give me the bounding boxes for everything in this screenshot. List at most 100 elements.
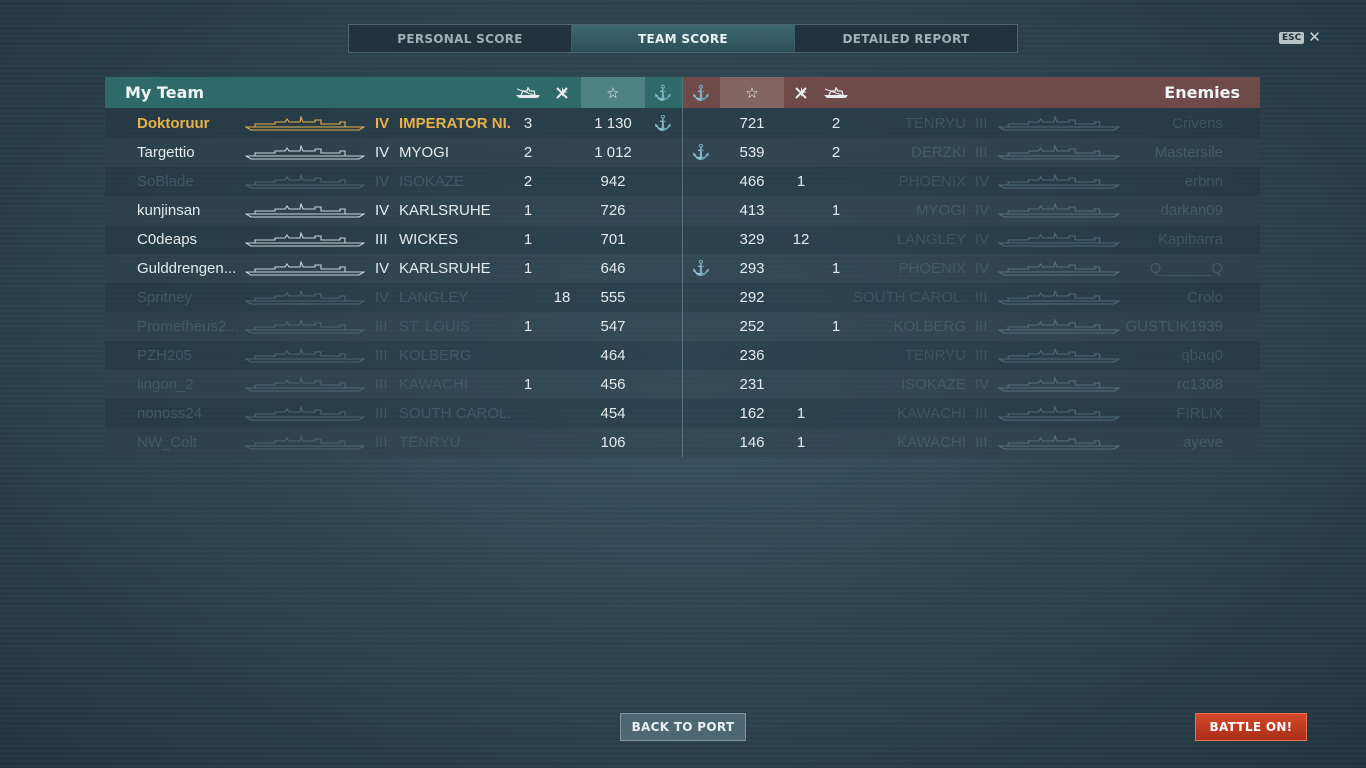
ship-silhouette-icon xyxy=(996,434,1122,450)
ship-name: SOUTH CAROL... xyxy=(853,289,966,306)
player-name[interactable]: Doktoruur xyxy=(137,115,237,132)
player-name[interactable]: Crivens xyxy=(1120,115,1223,132)
score-value: 454 xyxy=(600,405,626,422)
table-row: Doktoruur IV IMPERATOR NI... 3 1 130 ⚓ 721 2 TEN… xyxy=(105,109,1260,138)
table-row: C0deaps III WICKES 1 701 329 12 LANGLEY IV Kapiba… xyxy=(105,225,1260,254)
tab-detailed-report[interactable]: DETAILED REPORT xyxy=(795,25,1017,52)
player-name[interactable]: Spritney xyxy=(137,289,237,306)
score-value: 293 xyxy=(739,260,765,277)
table-row: Targettio IV MYOGI 2 1 012 ⚓ 539 2 DERZKI III Mast… xyxy=(105,138,1260,167)
planes-destroyed-value: 1 xyxy=(796,434,806,451)
score-value: 292 xyxy=(739,289,765,306)
ships-destroyed-value: 1 xyxy=(523,231,533,248)
ships-destroyed-icon xyxy=(510,77,546,108)
planes-destroyed-value: 1 xyxy=(796,405,806,422)
anchor-icon: ⚓ xyxy=(653,84,673,102)
table-row: kunjinsan IV KARLSRUHE 1 726 413 1 MYOGI IV darka… xyxy=(105,196,1260,225)
ship-tier: III xyxy=(375,318,388,335)
anchor-icon: ⚓ xyxy=(691,260,711,277)
ship-tier: IV xyxy=(375,173,390,190)
ship-name: KOLBERG xyxy=(399,347,472,364)
battle-on-button[interactable]: BATTLE ON! xyxy=(1195,713,1307,741)
ship-silhouette-icon xyxy=(996,376,1122,392)
my-team-title: My Team xyxy=(125,83,205,102)
ship-silhouette-icon xyxy=(996,318,1122,334)
star-icon: ☆ xyxy=(720,77,784,108)
ship-name: SOUTH CAROL... xyxy=(399,405,511,422)
ship-name: ISOKAZE xyxy=(900,376,966,393)
ship-tier: III xyxy=(375,405,388,422)
player-name[interactable]: Prometheus2... xyxy=(137,318,237,335)
player-name[interactable]: lingon_2 xyxy=(137,376,237,393)
score-value: 231 xyxy=(739,376,765,393)
ship-name: KARLSRUHE xyxy=(399,202,491,219)
ship-silhouette-icon xyxy=(996,405,1122,421)
score-value: 162 xyxy=(739,405,765,422)
ship-name: PHOENIX xyxy=(898,173,966,190)
player-name[interactable]: GUSTLIK1939 xyxy=(1120,318,1223,335)
player-name[interactable]: C0deaps xyxy=(137,231,237,248)
ship-silhouette-icon xyxy=(244,405,366,421)
player-name[interactable]: rc1308 xyxy=(1120,376,1223,393)
player-name[interactable]: ayeve xyxy=(1120,434,1223,451)
ships-destroyed-value: 2 xyxy=(523,173,533,190)
player-name[interactable]: qbaq0 xyxy=(1120,347,1223,364)
ship-tier: IV xyxy=(975,376,990,393)
player-name[interactable]: NW_Colt xyxy=(137,434,237,451)
player-name[interactable]: darkan09 xyxy=(1120,202,1223,219)
player-name[interactable]: SoBlade xyxy=(137,173,237,190)
planes-destroyed-value: 18 xyxy=(553,289,571,306)
ship-tier: III xyxy=(975,318,988,335)
ships-destroyed-value: 2 xyxy=(523,144,533,161)
planes-destroyed-value: 1 xyxy=(796,173,806,190)
ship-name: PHOENIX xyxy=(898,260,966,277)
ship-tier: IV xyxy=(375,202,390,219)
anchor-icon: ⚓ xyxy=(691,144,711,161)
player-name[interactable]: erbnn xyxy=(1120,173,1223,190)
ship-tier: IV xyxy=(375,289,390,306)
ship-tier: III xyxy=(975,144,988,161)
ship-name: TENRYU xyxy=(904,347,966,364)
ship-tier: IV xyxy=(375,115,390,132)
ship-name: KAWACHI xyxy=(897,434,966,451)
planes-destroyed-icon xyxy=(785,77,817,108)
enemies-title: Enemies xyxy=(1164,83,1240,102)
ship-name: ISOKAZE xyxy=(399,173,465,190)
tab-team-score[interactable]: TEAM SCORE xyxy=(572,25,795,52)
player-name[interactable]: nonoss24 xyxy=(137,405,237,422)
ship-silhouette-icon xyxy=(244,144,366,160)
player-name[interactable]: Q______Q xyxy=(1120,260,1223,277)
player-name[interactable]: Mastersile xyxy=(1120,144,1223,161)
close-icon: ✕ xyxy=(1308,29,1321,46)
ship-silhouette-icon xyxy=(244,231,366,247)
ship-silhouette-icon xyxy=(244,434,366,450)
ship-silhouette-icon xyxy=(244,260,366,276)
player-name[interactable]: Targettio xyxy=(137,144,237,161)
score-value: 547 xyxy=(600,318,626,335)
ship-silhouette-icon xyxy=(996,260,1122,276)
player-name[interactable]: Gulddrengen... xyxy=(137,260,237,277)
ship-name: KAWACHI xyxy=(897,405,966,422)
score-value: 1 012 xyxy=(594,144,632,161)
ships-destroyed-value: 1 xyxy=(523,376,533,393)
tab-personal-score[interactable]: PERSONAL SCORE xyxy=(349,25,572,52)
ships-destroyed-value: 1 xyxy=(831,318,841,335)
player-name[interactable]: PZH205 xyxy=(137,347,237,364)
score-tabs: PERSONAL SCORE TEAM SCORE DETAILED REPOR… xyxy=(348,24,1018,53)
player-name[interactable]: Crolo xyxy=(1120,289,1223,306)
close-button[interactable]: ESC ✕ xyxy=(1279,30,1321,45)
ships-destroyed-value: 3 xyxy=(523,115,533,132)
ships-destroyed-value: 1 xyxy=(523,202,533,219)
score-value: 464 xyxy=(600,347,626,364)
player-name[interactable]: FIRLIX xyxy=(1120,405,1223,422)
player-name[interactable]: kunjinsan xyxy=(137,202,237,219)
my-team-header: My Team ☆ ⚓ xyxy=(105,77,682,108)
ship-tier: IV xyxy=(375,260,390,277)
table-row: SoBlade IV ISOKAZE 2 942 466 1 PHOENIX IV erbnn xyxy=(105,167,1260,196)
player-name[interactable]: Kapibarra xyxy=(1120,231,1223,248)
back-to-port-button[interactable]: BACK TO PORT xyxy=(620,713,746,741)
score-value: 726 xyxy=(600,202,626,219)
score-value: 721 xyxy=(739,115,765,132)
ship-silhouette-icon xyxy=(996,231,1122,247)
ship-name: KARLSRUHE xyxy=(399,260,491,277)
